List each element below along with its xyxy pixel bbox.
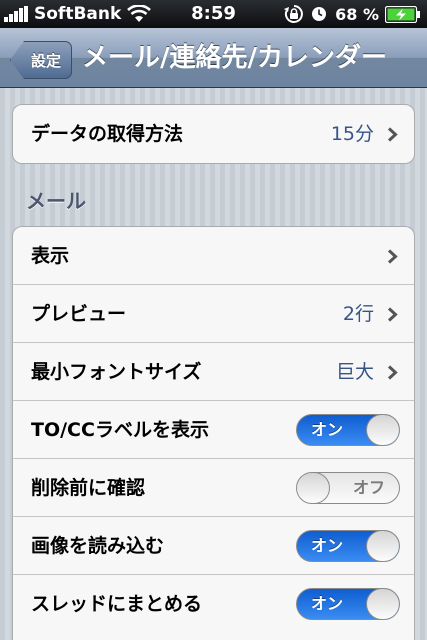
rotation-lock-icon <box>284 5 303 23</box>
preview-label: プレビュー <box>31 303 127 325</box>
fetch-method-row[interactable]: データの取得方法 15分 <box>13 105 414 163</box>
confirm-delete-label: 削除前に確認 <box>31 477 146 499</box>
min-font-size-row[interactable]: 最小フォントサイズ 巨大 <box>13 343 414 401</box>
section-header-mail: メール <box>26 189 86 213</box>
show-to-cc-toggle[interactable]: オン <box>296 414 400 446</box>
load-images-row: 画像を読み込む オン <box>13 517 414 575</box>
toggle-knob <box>297 473 330 503</box>
min-font-size-label: 最小フォントサイズ <box>31 361 202 383</box>
status-right: 68 % <box>283 3 421 25</box>
toggle-state-label: オン <box>311 420 344 439</box>
display-label: 表示 <box>31 245 70 267</box>
show-to-cc-label: TO/CCラベルを表示 <box>31 419 209 441</box>
battery-percent: 68 % <box>335 4 379 24</box>
chevron-right-icon <box>387 249 398 264</box>
preview-row[interactable]: プレビュー 2行 <box>13 285 414 343</box>
chevron-right-icon <box>387 127 398 142</box>
alarm-clock-icon <box>312 7 327 21</box>
battery-charging-icon <box>385 5 420 23</box>
chevron-right-icon <box>387 307 398 322</box>
organize-by-thread-toggle[interactable]: オン <box>296 588 400 620</box>
toggle-state-label: オン <box>311 536 344 555</box>
toggle-state-label: オフ <box>352 478 385 497</box>
preview-value: 2行 <box>342 303 374 325</box>
mail-group: 表示 プレビュー 2行 最小フォントサイズ 巨大 TO/CCラベルを表示 オン … <box>12 226 415 640</box>
confirm-delete-row: 削除前に確認 オフ <box>13 459 414 517</box>
back-button-label: 設定 <box>30 51 61 70</box>
organize-by-thread-label: スレッドにまとめる <box>31 593 203 615</box>
load-images-label: 画像を読み込む <box>31 535 165 557</box>
back-button[interactable]: 設定 <box>10 41 72 79</box>
fetch-method-value: 15分 <box>330 123 374 145</box>
navigation-bar: 設定 メール/連絡先/カレンダー <box>0 28 427 88</box>
confirm-delete-toggle[interactable]: オフ <box>296 472 400 504</box>
toggle-knob <box>366 531 399 561</box>
min-font-size-value: 巨大 <box>335 361 374 383</box>
fetch-group: データの取得方法 15分 <box>12 104 415 164</box>
toggle-knob <box>366 589 399 619</box>
show-to-cc-row: TO/CCラベルを表示 オン <box>13 401 414 459</box>
load-images-toggle[interactable]: オン <box>296 530 400 562</box>
toggle-state-label: オン <box>311 594 344 613</box>
page-title: メール/連絡先/カレンダー <box>82 43 387 73</box>
toggle-knob <box>366 415 399 445</box>
display-row[interactable]: 表示 <box>13 227 414 285</box>
fetch-method-label: データの取得方法 <box>31 123 184 145</box>
organize-by-thread-row: スレッドにまとめる オン <box>13 575 414 633</box>
status-bar: SoftBank 8:59 68 % <box>0 0 427 28</box>
chevron-right-icon <box>387 365 398 380</box>
